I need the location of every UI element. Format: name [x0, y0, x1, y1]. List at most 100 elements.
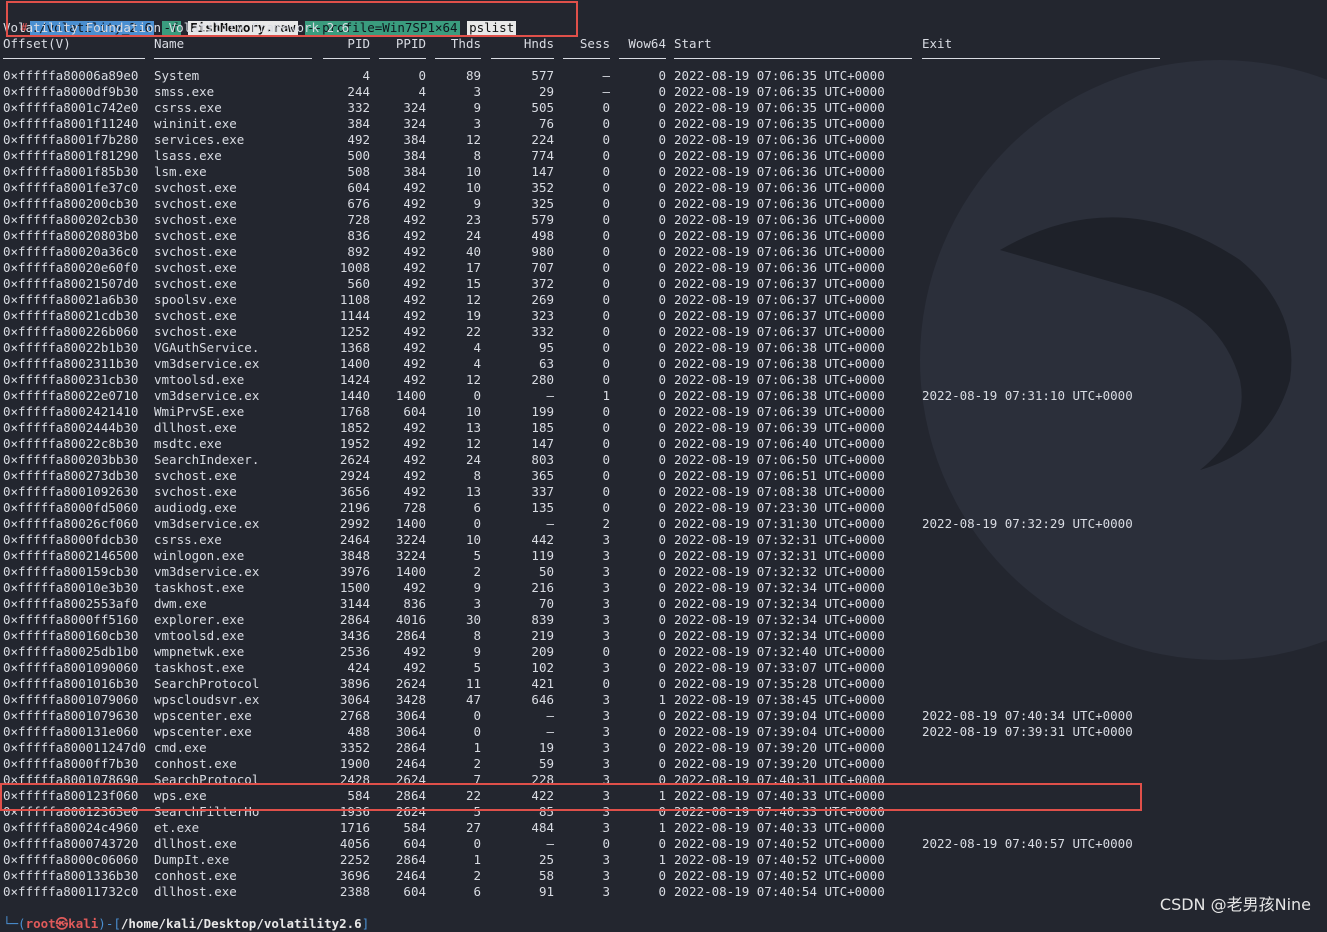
cell-name: services.exe — [154, 132, 245, 147]
prompt-prefix: └─( — [3, 916, 26, 931]
cell-ppid: 492 — [403, 356, 426, 371]
cell-thds: 0 — [473, 836, 481, 851]
cell-hnds: 337 — [531, 484, 554, 499]
cell-pid: 488 — [347, 724, 370, 739]
prompt-path: /home/kali/Desktop/volatility2.6 — [120, 916, 362, 931]
cell-name: dllhost.exe — [154, 420, 237, 435]
cell-offset: 0×fffffa800203bb30 — [3, 452, 139, 467]
cell-thds: 23 — [465, 212, 481, 227]
cell-pid: 3896 — [339, 676, 370, 691]
cell-thds: 15 — [465, 276, 481, 291]
cell-ppid: 492 — [403, 484, 426, 499]
cell-start: 2022-08-19 07:06:36 UTC+0000 — [674, 228, 885, 243]
cell-ppid: 492 — [403, 212, 426, 227]
cell-sess: 0 — [602, 468, 610, 483]
table-row: 0×fffffa80021a6b30 spoolsv.exe 1108 492 12 26… — [3, 292, 1203, 308]
cell-ppid: 836 — [403, 596, 426, 611]
cell-sess: 3 — [602, 820, 610, 835]
cell-wow64: 0 — [658, 356, 666, 371]
cell-offset: 0×fffffa8001f85b30 — [3, 164, 139, 179]
cell-pid: 2768 — [339, 708, 370, 723]
cell-start: 2022-08-19 07:06:39 UTC+0000 — [674, 404, 885, 419]
cell-pid: 492 — [347, 132, 370, 147]
cell-offset: 0×fffffa8001336b30 — [3, 868, 139, 883]
table-row: 0×fffffa80010e3b30 taskhost.exe 1500 492 9 21… — [3, 580, 1203, 596]
cell-pid: 1008 — [339, 260, 370, 275]
cell-exit: 2022-08-19 07:39:31 UTC+0000 — [922, 724, 1133, 739]
cell-start: 2022-08-19 07:40:33 UTC+0000 — [674, 820, 885, 835]
cell-thds: 0 — [473, 516, 481, 531]
prompt-suffix: ] — [361, 916, 370, 931]
cell-pid: 1108 — [339, 292, 370, 307]
cell-hnds: 325 — [531, 196, 554, 211]
cell-start: 2022-08-19 07:06:37 UTC+0000 — [674, 308, 885, 323]
cell-ppid: 492 — [403, 340, 426, 355]
cell-offset: 0×fffffa80011732c0 — [3, 884, 139, 899]
cell-name: csrss.exe — [154, 532, 222, 547]
cell-hnds: 442 — [531, 532, 554, 547]
table-row: 0×fffffa8002311b30 vm3dservice.ex 1400 492 4… — [3, 356, 1203, 372]
cell-wow64: 0 — [658, 868, 666, 883]
cell-pid: 2624 — [339, 452, 370, 467]
cell-start: 2022-08-19 07:32:34 UTC+0000 — [674, 628, 885, 643]
cell-wow64: 0 — [658, 228, 666, 243]
cell-start: 2022-08-19 07:32:34 UTC+0000 — [674, 612, 885, 627]
cell-name: cmd.exe — [154, 740, 207, 755]
table-row: 0×fffffa8001090060 taskhost.exe 424 492 5 102… — [3, 660, 1203, 676]
cell-start: 2022-08-19 07:40:52 UTC+0000 — [674, 868, 885, 883]
cell-start: 2022-08-19 07:06:36 UTC+0000 — [674, 196, 885, 211]
cell-sess: — — [602, 84, 610, 99]
cell-offset: 0×fffffa8001092630 — [3, 484, 139, 499]
cell-wow64: 0 — [658, 68, 666, 83]
cell-name: conhost.exe — [154, 868, 237, 883]
cell-wow64: 0 — [658, 724, 666, 739]
cell-start: 2022-08-19 07:06:38 UTC+0000 — [674, 340, 885, 355]
cell-hnds: 135 — [531, 500, 554, 515]
cell-ppid: 584 — [403, 820, 426, 835]
cell-name: taskhost.exe — [154, 580, 245, 595]
cell-start: 2022-08-19 07:06:38 UTC+0000 — [674, 388, 885, 403]
cell-name: svchost.exe — [154, 468, 237, 483]
cell-name: wpscenter.exe — [154, 708, 252, 723]
cell-offset: 0×fffffa8000743720 — [3, 836, 139, 851]
cell-wow64: 0 — [658, 164, 666, 179]
table-row: 0×fffffa800226b060 svchost.exe 1252 492 22 33… — [3, 324, 1203, 340]
cell-thds: 11 — [465, 676, 481, 691]
cell-thds: 4 — [473, 340, 481, 355]
cell-hnds: 25 — [538, 852, 554, 867]
cell-thds: 10 — [465, 164, 481, 179]
cell-wow64: 0 — [658, 420, 666, 435]
cell-pid: 1768 — [339, 404, 370, 419]
cell-ppid: 492 — [403, 660, 426, 675]
cell-pid: 244 — [347, 84, 370, 99]
cell-thds: 0 — [473, 724, 481, 739]
cell-name: svchost.exe — [154, 244, 237, 259]
cell-thds: 19 — [465, 308, 481, 323]
cell-hnds: 803 — [531, 452, 554, 467]
cell-offset: 0×fffffa80024c4960 — [3, 820, 139, 835]
cell-sess: 0 — [602, 132, 610, 147]
cell-start: 2022-08-19 07:06:38 UTC+0000 — [674, 372, 885, 387]
table-row: 0×fffffa8002146500 winlogon.exe 3848 3224 5 1… — [3, 548, 1203, 564]
cell-pid: 4 — [362, 68, 370, 83]
table-row: 0×fffffa8001079060 wpscloudsvr.ex 3064 3428… — [3, 692, 1203, 708]
cell-start: 2022-08-19 07:06:37 UTC+0000 — [674, 324, 885, 339]
cell-sess: 0 — [602, 644, 610, 659]
cell-hnds: 70 — [538, 596, 554, 611]
cell-ppid: 2624 — [395, 676, 426, 691]
cell-start: 2022-08-19 07:06:36 UTC+0000 — [674, 148, 885, 163]
cell-start: 2022-08-19 07:32:34 UTC+0000 — [674, 580, 885, 595]
cell-sess: 0 — [602, 196, 610, 211]
table-row: 0×fffffa8000df9b30 smss.exe 244 4 3 29 — 0 2022-… — [3, 84, 1203, 100]
cell-start: 2022-08-19 07:06:36 UTC+0000 — [674, 180, 885, 195]
cell-pid: 500 — [347, 148, 370, 163]
cell-thds: 1 — [473, 740, 481, 755]
cell-offset: 0×fffffa8001079630 — [3, 708, 139, 723]
cell-hnds: 19 — [538, 740, 554, 755]
cell-thds: 12 — [465, 436, 481, 451]
cell-name: vmtoolsd.exe — [154, 372, 245, 387]
cell-hnds: 102 — [531, 660, 554, 675]
cell-pid: 2252 — [339, 852, 370, 867]
cell-thds: 0 — [473, 388, 481, 403]
table-row: 0×fffffa800200cb30 svchost.exe 676 492 9 325 0… — [3, 196, 1203, 212]
